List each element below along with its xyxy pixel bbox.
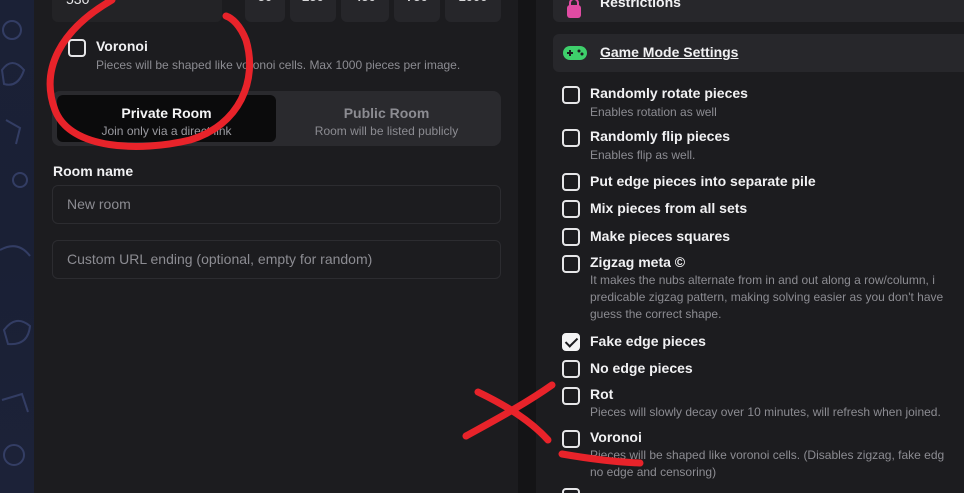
restrictions-label: Restrictions <box>600 0 681 10</box>
private-room-title: Private Room <box>121 105 212 121</box>
public-room-option[interactable]: Public Room Room will be listed publicly <box>277 95 496 142</box>
doodle-pattern <box>0 20 32 466</box>
room-name-label: Room name <box>53 163 134 179</box>
game-mode-section-header[interactable]: Game Mode Settings <box>553 34 964 72</box>
gamepad-icon <box>563 46 587 60</box>
private-room-option[interactable]: Private Room Join only via a direct link <box>57 95 276 142</box>
private-room-subtitle: Join only via a direct link <box>101 124 232 138</box>
public-room-title: Public Room <box>343 105 430 121</box>
restrictions-section-header[interactable]: Restrictions <box>553 0 964 22</box>
preset-50-button[interactable]: 50 <box>245 0 285 22</box>
rotate-pieces-checkbox[interactable] <box>562 86 580 104</box>
mix-pieces-checkbox[interactable] <box>562 200 580 218</box>
zigzag-meta-label: Zigzag meta © <box>590 254 686 270</box>
next-option-checkbox[interactable] <box>562 488 580 493</box>
preset-750-button[interactable]: 750 <box>394 0 440 22</box>
square-pieces-label: Make pieces squares <box>590 228 731 244</box>
rotate-pieces-description: Enables rotation as well <box>590 105 717 119</box>
room-type-toggle: Private Room Join only via a direct link… <box>52 91 501 146</box>
voronoi-mode-checkbox[interactable] <box>562 430 580 448</box>
preset-1000-button[interactable]: 1000 <box>445 0 501 22</box>
square-pieces-checkbox[interactable] <box>562 228 580 246</box>
voronoi-label: Voronoi <box>96 38 148 54</box>
edge-pile-label: Put edge pieces into separate pile <box>590 173 816 189</box>
zigzag-meta-checkbox[interactable] <box>562 255 580 273</box>
lock-icon <box>567 0 581 18</box>
zigzag-description-line-2: predicable zigzag pattern, making solvin… <box>590 290 944 304</box>
rot-label: Rot <box>590 386 614 402</box>
zigzag-description-line-3: guess the correct shape. <box>590 307 722 321</box>
edge-pile-checkbox[interactable] <box>562 173 580 191</box>
game-mode-label: Game Mode Settings <box>600 44 739 60</box>
preset-450-button[interactable]: 450 <box>341 0 389 22</box>
voronoi-checkbox[interactable] <box>68 39 86 57</box>
mix-pieces-label: Mix pieces from all sets <box>590 200 748 216</box>
voronoi-mode-description-line-1: Pieces will be shaped like voronoi cells… <box>590 448 945 462</box>
rot-description: Pieces will slowly decay over 10 minutes… <box>590 405 941 419</box>
custom-url-input[interactable]: Custom URL ending (optional, empty for r… <box>52 240 501 279</box>
panel-gap <box>518 0 536 493</box>
flip-pieces-description: Enables flip as well. <box>590 148 696 162</box>
flip-pieces-checkbox[interactable] <box>562 129 580 147</box>
voronoi-description: Pieces will be shaped like voronoi cells… <box>96 58 461 72</box>
voronoi-mode-description-line-2: no edge and censoring) <box>590 465 717 479</box>
rot-checkbox[interactable] <box>562 387 580 405</box>
no-edge-checkbox[interactable] <box>562 360 580 378</box>
room-name-input[interactable]: New room <box>52 185 501 224</box>
background-doodle-strip <box>0 0 34 493</box>
right-panel <box>536 0 964 493</box>
preset-250-button[interactable]: 250 <box>290 0 336 22</box>
public-room-subtitle: Room will be listed publicly <box>314 124 459 138</box>
voronoi-mode-label: Voronoi <box>590 429 642 445</box>
no-edge-label: No edge pieces <box>590 360 693 376</box>
fake-edge-checkbox[interactable] <box>562 333 580 351</box>
flip-pieces-label: Randomly flip pieces <box>590 128 731 144</box>
rotate-pieces-label: Randomly rotate pieces <box>590 85 748 101</box>
zigzag-description-line-1: It makes the nubs alternate from in and … <box>590 273 935 287</box>
piece-count-input[interactable]: 530 <box>52 0 222 22</box>
fake-edge-label: Fake edge pieces <box>590 333 706 349</box>
